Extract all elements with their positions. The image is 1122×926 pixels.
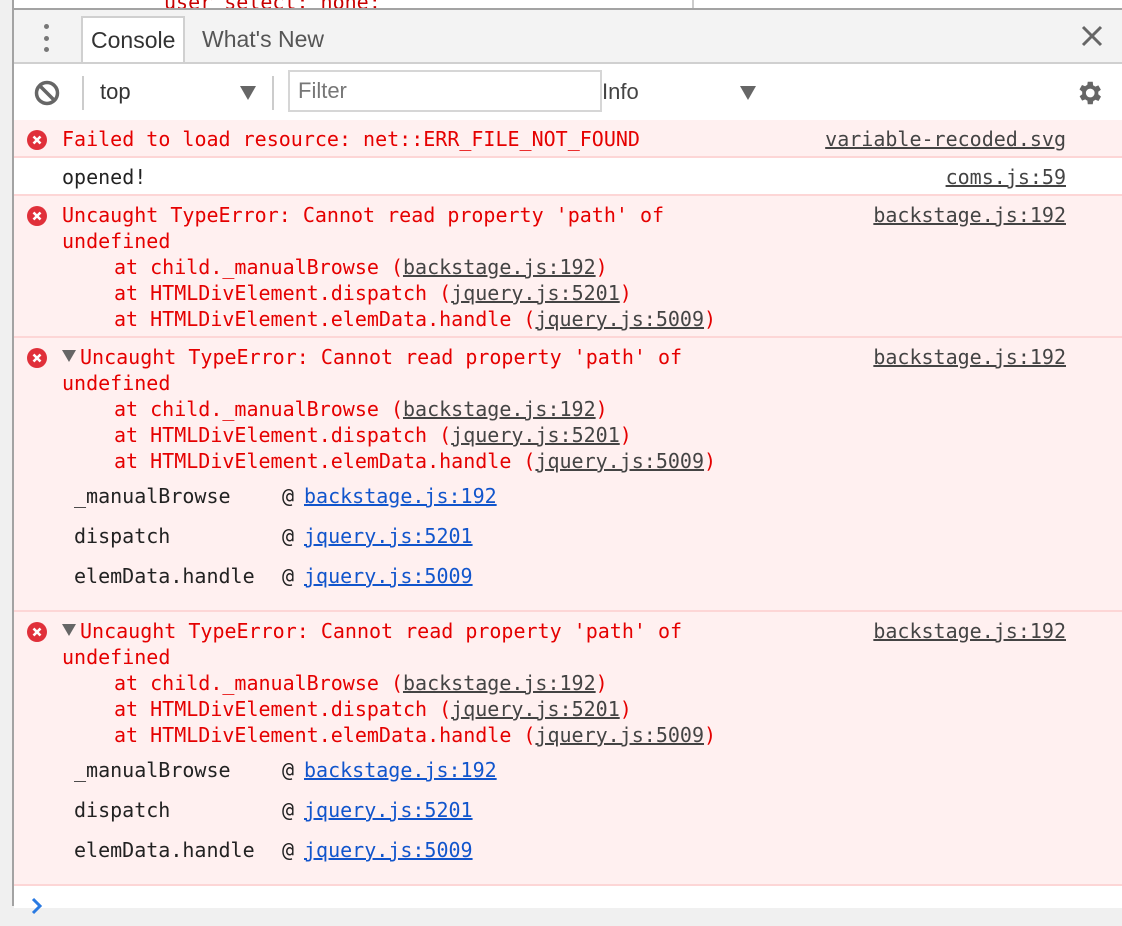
stack-line: at child._manualBrowse (backstage.js:192…: [114, 255, 608, 279]
console-prompt[interactable]: [14, 886, 1122, 926]
stack-line: at HTMLDivElement.dispatch (jquery.js:52…: [114, 423, 632, 447]
call-frame: dispatch @ jquery.js:5201: [74, 797, 473, 823]
pane-divider[interactable]: [692, 0, 694, 8]
page-content-above: user select: none;: [14, 0, 1122, 8]
more-vertical-icon[interactable]: [36, 24, 56, 52]
call-frame: elemData.handle @ jquery.js:5009: [74, 563, 473, 589]
frame-link[interactable]: jquery.js:5009: [304, 837, 473, 863]
console-messages[interactable]: Failed to load resource: net::ERR_FILE_N…: [14, 120, 1122, 915]
frame-link[interactable]: jquery.js:5201: [304, 797, 473, 823]
context-value: top: [100, 79, 131, 104]
console-message-error-expanded: Uncaught TypeError: Cannot read property…: [14, 338, 1122, 612]
close-icon[interactable]: [1080, 24, 1104, 48]
log-level-value: Info: [602, 79, 639, 104]
stack-line: at HTMLDivElement.dispatch (jquery.js:52…: [114, 281, 632, 305]
stack-link[interactable]: jquery.js:5009: [535, 449, 704, 473]
expand-triangle-icon[interactable]: [62, 624, 76, 636]
frame-link[interactable]: jquery.js:5201: [304, 523, 473, 549]
chevron-right-icon: [31, 897, 43, 915]
clipped-code-fragment: user select: none;: [164, 0, 381, 8]
message-text: Uncaught TypeError: Cannot read property…: [80, 619, 683, 643]
stack-link[interactable]: backstage.js:192: [403, 255, 596, 279]
message-text: Failed to load resource: net::ERR_FILE_N…: [62, 127, 640, 151]
call-frame: elemData.handle @ jquery.js:5009: [74, 837, 473, 863]
message-text: Uncaught TypeError: Cannot read property…: [80, 345, 683, 369]
stack-link[interactable]: jquery.js:5201: [451, 281, 620, 305]
left-gutter: [0, 0, 14, 906]
stack-line: at HTMLDivElement.elemData.handle (jquer…: [114, 723, 717, 747]
message-text-cont: undefined: [62, 229, 171, 253]
devtools-drawer: Console What's New top Info Failed to lo: [14, 8, 1122, 915]
message-source-link[interactable]: backstage.js:192: [873, 202, 1066, 228]
stack-line: at HTMLDivElement.elemData.handle (jquer…: [114, 307, 717, 331]
error-icon: [27, 348, 47, 368]
stack-line: at child._manualBrowse (backstage.js:192…: [114, 671, 608, 695]
dropdown-arrow-icon: [740, 86, 756, 100]
message-text: opened!: [62, 165, 147, 189]
tab-console[interactable]: Console: [81, 16, 186, 62]
stack-link[interactable]: jquery.js:5009: [535, 723, 704, 747]
message-source-link[interactable]: coms.js:59: [946, 164, 1066, 190]
call-frames: _manualBrowse @ backstage.js:192 dispatch @…: [62, 750, 1066, 880]
console-message-error-expanded: Uncaught TypeError: Cannot read property…: [14, 612, 1122, 886]
dropdown-arrow-icon: [240, 86, 256, 100]
message-source-link[interactable]: variable-recoded.svg: [825, 126, 1066, 152]
stack-line: at HTMLDivElement.elemData.handle (jquer…: [114, 449, 717, 473]
message-source-link[interactable]: backstage.js:192: [873, 344, 1066, 370]
error-icon: [27, 206, 47, 226]
message-source-link[interactable]: backstage.js:192: [873, 618, 1066, 644]
stack-link[interactable]: jquery.js:5009: [535, 307, 704, 331]
tab-whats-new[interactable]: What's New: [194, 16, 332, 62]
console-message-log: opened! coms.js:59: [14, 158, 1122, 196]
call-frame: _manualBrowse @ backstage.js:192: [74, 483, 497, 509]
stack-line: at child._manualBrowse (backstage.js:192…: [114, 397, 608, 421]
stack-link[interactable]: jquery.js:5201: [451, 697, 620, 721]
gear-icon[interactable]: [1074, 78, 1104, 108]
call-frame: dispatch @ jquery.js:5201: [74, 523, 473, 549]
frame-link[interactable]: backstage.js:192: [304, 757, 497, 783]
message-text-cont: undefined: [62, 371, 171, 395]
stack-link[interactable]: backstage.js:192: [403, 671, 596, 695]
context-select[interactable]: top: [100, 72, 260, 112]
stack-link[interactable]: backstage.js:192: [403, 397, 596, 421]
frame-link[interactable]: jquery.js:5009: [304, 563, 473, 589]
console-message-error: Uncaught TypeError: Cannot read property…: [14, 196, 1122, 338]
stack-link[interactable]: jquery.js:5201: [451, 423, 620, 447]
toolbar-divider: [272, 76, 274, 110]
error-icon: [27, 130, 47, 150]
block-icon[interactable]: [34, 80, 60, 106]
stack-line: at HTMLDivElement.dispatch (jquery.js:52…: [114, 697, 632, 721]
drawer-tabbar: Console What's New: [14, 10, 1122, 64]
expand-triangle-icon[interactable]: [62, 350, 76, 362]
message-text-cont: undefined: [62, 645, 171, 669]
filter-input[interactable]: [288, 70, 602, 112]
call-frames: _manualBrowse @ backstage.js:192 dispatch @…: [62, 476, 1066, 606]
console-message-error: Failed to load resource: net::ERR_FILE_N…: [14, 120, 1122, 158]
frame-link[interactable]: backstage.js:192: [304, 483, 497, 509]
call-frame: _manualBrowse @ backstage.js:192: [74, 757, 497, 783]
error-icon: [27, 622, 47, 642]
log-level-select[interactable]: Info: [602, 72, 760, 112]
console-toolbar: top Info: [14, 64, 1122, 122]
toolbar-divider: [82, 76, 84, 110]
